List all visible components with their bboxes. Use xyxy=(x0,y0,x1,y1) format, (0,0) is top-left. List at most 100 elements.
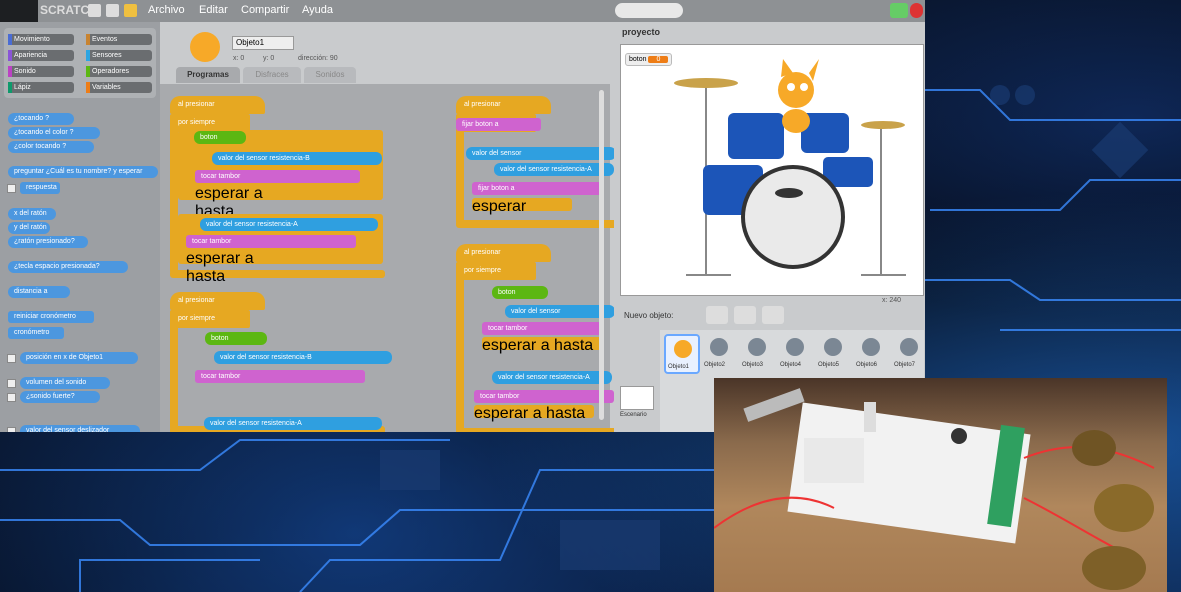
menu-archivo[interactable]: Archivo xyxy=(148,4,185,16)
category-6[interactable]: Lápiz xyxy=(8,82,74,93)
sprite-icon xyxy=(862,338,880,356)
sprite-name: Objeto7 xyxy=(894,362,916,368)
sprite-item[interactable]: Objeto3 xyxy=(740,334,776,374)
upload-sprite-icon[interactable] xyxy=(762,306,784,324)
monitor-checkbox[interactable] xyxy=(7,379,16,388)
stage[interactable]: boton 0 xyxy=(620,44,924,296)
forever-arm[interactable] xyxy=(170,114,178,274)
tab-programas[interactable]: Programas xyxy=(176,67,240,83)
sprite-item[interactable]: Objeto1 xyxy=(664,334,700,374)
new-sprite-label: Nuevo objeto: xyxy=(624,311,674,320)
menu-editar[interactable]: Editar xyxy=(199,4,228,16)
menu-ayuda[interactable]: Ayuda xyxy=(302,4,333,16)
stage-size-controls[interactable] xyxy=(615,3,683,18)
sprite-name: Objeto1 xyxy=(668,364,690,370)
category-5[interactable]: Operadores xyxy=(86,66,152,77)
menu-bar: SCRATCH Archivo Editar Compartir Ayuda xyxy=(0,0,925,30)
monitor-checkbox[interactable] xyxy=(7,354,16,363)
palette-block-5[interactable]: x del ratón xyxy=(8,208,56,220)
category-7[interactable]: Variables xyxy=(86,82,152,93)
condition-boton-4[interactable]: boton xyxy=(492,286,548,299)
forever-arm[interactable] xyxy=(170,310,178,430)
monitor-checkbox[interactable] xyxy=(7,184,16,193)
share-icon[interactable] xyxy=(124,4,137,17)
palette-block-6[interactable]: y del ratón xyxy=(8,222,50,234)
play-drum-block-4[interactable]: tocar tambor xyxy=(482,322,602,335)
green-flag-button[interactable] xyxy=(890,3,908,18)
sprite-item[interactable]: Objeto6 xyxy=(854,334,890,374)
palette-block-0[interactable]: ¿tocando ? xyxy=(8,113,74,125)
tab-sonidos[interactable]: Sonidos xyxy=(304,67,356,83)
condition-boton-3[interactable]: boton xyxy=(205,332,267,345)
sprite-name: Objeto2 xyxy=(704,362,726,368)
tab-disfraces[interactable]: Disfraces xyxy=(243,67,301,83)
set-variable-block[interactable]: fijar boton a xyxy=(456,118,541,131)
sensor-value-block-3[interactable]: valor del sensor resistencia-B xyxy=(214,351,392,364)
palette-block-1[interactable]: ¿tocando el color ? xyxy=(8,127,100,139)
sprite-name-field[interactable]: Objeto1 xyxy=(232,36,294,50)
palette-block-12[interactable]: posición en x de Objeto1 xyxy=(20,352,138,364)
sensor-value-block-8[interactable]: valor del sensor resistencia-A xyxy=(492,371,612,384)
sprite-name: Objeto6 xyxy=(856,362,878,368)
play-drum-block-2[interactable]: tocar tambor xyxy=(186,235,356,248)
save-icon[interactable] xyxy=(106,4,119,17)
palette-block-4[interactable]: respuesta xyxy=(20,182,60,194)
sprite-name: Objeto4 xyxy=(780,362,802,368)
wait-block-5[interactable]: esperar a hasta xyxy=(474,405,594,422)
forever-block[interactable]: por siempre xyxy=(170,310,250,328)
palette-block-13[interactable]: volumen del sonido xyxy=(20,377,110,389)
globe-icon[interactable] xyxy=(88,4,101,17)
play-drum-block-3[interactable]: tocar tambor xyxy=(195,370,365,383)
palette-block-15[interactable]: valor del sensor deslizador xyxy=(20,425,140,432)
stop-button[interactable] xyxy=(910,3,923,18)
sprite-item[interactable]: Objeto2 xyxy=(702,334,738,374)
forever-arm[interactable] xyxy=(456,262,464,432)
when-flag-hat[interactable]: al presionar xyxy=(456,96,551,114)
condition-boton[interactable]: boton xyxy=(194,131,246,144)
paint-sprite-icon[interactable] xyxy=(734,306,756,324)
category-0[interactable]: Movimiento xyxy=(8,34,74,45)
category-2[interactable]: Apariencia xyxy=(8,50,74,61)
sprite-item[interactable]: Objeto4 xyxy=(778,334,814,374)
sprite-item[interactable]: Objeto5 xyxy=(816,334,852,374)
sprite-icon xyxy=(710,338,728,356)
category-3[interactable]: Sensores xyxy=(86,50,152,61)
forever-block[interactable]: por siempre xyxy=(456,262,536,280)
scripts-scrollbar[interactable] xyxy=(599,90,604,420)
palette-block-10[interactable]: reiniciar cronómetro xyxy=(8,311,94,323)
sprite-icon xyxy=(824,338,842,356)
palette-block-11[interactable]: cronómetro xyxy=(8,327,64,339)
sprite-library-icon[interactable] xyxy=(706,306,728,324)
sensor-value-block-2[interactable]: valor del sensor resistencia-A xyxy=(200,218,378,231)
wait-block-2[interactable]: esperar a hasta xyxy=(186,250,286,285)
palette-block-8[interactable]: ¿tecla espacio presionada? xyxy=(8,261,128,273)
sprite-direction: dirección: 90 xyxy=(298,55,338,62)
when-flag-hat[interactable]: al presionar xyxy=(170,292,265,310)
category-1[interactable]: Eventos xyxy=(86,34,152,45)
sensor-value-block-5[interactable]: valor del sensor xyxy=(466,147,616,160)
when-flag-hat[interactable]: al presionar xyxy=(456,244,551,262)
set-variable-block-2[interactable]: fijar boton a xyxy=(472,182,602,195)
category-4[interactable]: Sonido xyxy=(8,66,74,77)
monitor-checkbox[interactable] xyxy=(7,393,16,402)
wait-block-4[interactable]: esperar a hasta xyxy=(482,337,602,354)
sprite-name: Objeto5 xyxy=(818,362,840,368)
play-drum-block-5[interactable]: tocar tambor xyxy=(474,390,614,403)
monitor-checkbox[interactable] xyxy=(7,427,16,432)
wait-block[interactable]: esperar a hasta xyxy=(195,185,295,220)
palette-block-9[interactable]: distancia a xyxy=(8,286,70,298)
palette-block-2[interactable]: ¿color tocando ? xyxy=(8,141,94,153)
play-drum-block[interactable]: tocar tambor xyxy=(195,170,360,183)
menu-compartir[interactable]: Compartir xyxy=(241,4,289,16)
sprite-y: y: 0 xyxy=(263,55,275,62)
when-flag-hat[interactable]: al presionar xyxy=(170,96,265,114)
sprite-item[interactable]: Objeto7 xyxy=(892,334,925,374)
palette-block-7[interactable]: ¿ratón presionado? xyxy=(8,236,88,248)
wait-block-3[interactable]: esperar xyxy=(472,198,572,215)
palette-block-3[interactable]: preguntar ¿Cuál es tu nombre? y esperar xyxy=(8,166,158,178)
sensor-value-block-6[interactable]: valor del sensor resistencia-A xyxy=(494,163,614,176)
palette-block-14[interactable]: ¿sonido fuerte? xyxy=(20,391,100,403)
stage-thumbnail[interactable] xyxy=(620,386,654,410)
sensor-value-block[interactable]: valor del sensor resistencia-B xyxy=(212,152,382,165)
sensor-value-block-4[interactable]: valor del sensor resistencia-A xyxy=(204,417,382,430)
